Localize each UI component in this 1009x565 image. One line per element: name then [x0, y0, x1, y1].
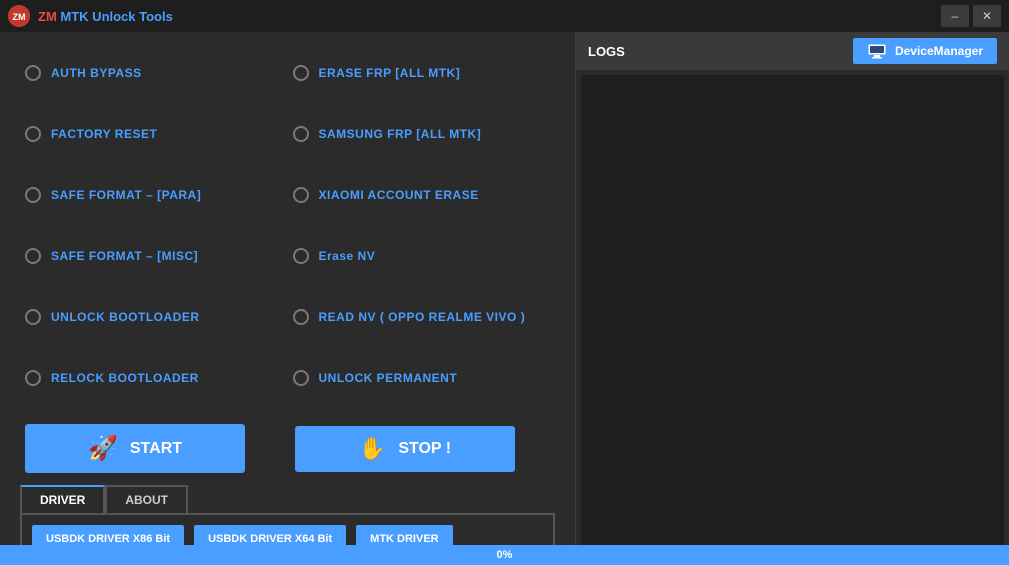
radio-erase-nv[interactable]	[293, 248, 309, 264]
radio-safe-format-misc[interactable]	[25, 248, 41, 264]
option-read-nv[interactable]: READ NV ( OPPO REALME VIVO )	[288, 287, 556, 348]
label-samsung-frp: SAMSUNG FRP [ALL MTK]	[319, 127, 482, 141]
option-safe-format-misc[interactable]: SAFE FORMAT – [MISC]	[20, 225, 288, 286]
stop-button[interactable]: ✋ STOP !	[295, 426, 515, 472]
close-button[interactable]: ✕	[973, 5, 1001, 27]
label-erase-nv: Erase NV	[319, 249, 376, 263]
logs-content	[581, 75, 1004, 560]
device-manager-button[interactable]: DeviceManager	[853, 38, 997, 64]
start-label: START	[130, 440, 182, 458]
option-samsung-frp[interactable]: SAMSUNG FRP [ALL MTK]	[288, 103, 556, 164]
computer-icon	[867, 43, 887, 59]
right-panel: LOGS DeviceManager	[575, 32, 1009, 565]
app-title: ZM MTK Unlock Tools	[38, 9, 941, 24]
option-auth-bypass[interactable]: AUTH BYPASS	[20, 42, 288, 103]
radio-erase-frp[interactable]	[293, 65, 309, 81]
radio-auth-bypass[interactable]	[25, 65, 41, 81]
radio-factory-reset[interactable]	[25, 126, 41, 142]
device-manager-label: DeviceManager	[895, 44, 983, 58]
label-erase-frp: ERASE FRP [ALL MTK]	[319, 66, 461, 80]
option-xiaomi-account[interactable]: XIAOMI ACCOUNT ERASE	[288, 164, 556, 225]
left-panel: AUTH BYPASS ERASE FRP [ALL MTK] FACTORY …	[0, 32, 575, 565]
label-xiaomi-account: XIAOMI ACCOUNT ERASE	[319, 188, 479, 202]
option-unlock-bootloader[interactable]: UNLOCK BOOTLOADER	[20, 287, 288, 348]
label-auth-bypass: AUTH BYPASS	[51, 66, 142, 80]
progress-text: 0%	[497, 549, 513, 561]
stop-label: STOP !	[398, 440, 451, 458]
option-erase-nv[interactable]: Erase NV	[288, 225, 556, 286]
option-erase-frp[interactable]: ERASE FRP [ALL MTK]	[288, 42, 556, 103]
option-unlock-permanent[interactable]: UNLOCK PERMANENT	[288, 348, 556, 409]
radio-safe-format-para[interactable]	[25, 187, 41, 203]
label-read-nv: READ NV ( OPPO REALME VIVO )	[319, 310, 526, 324]
svg-text:ZM: ZM	[13, 12, 26, 22]
tab-about[interactable]: ABOUT	[105, 485, 188, 515]
tab-driver[interactable]: DRIVER	[20, 485, 105, 515]
radio-relock-bootloader[interactable]	[25, 370, 41, 386]
option-factory-reset[interactable]: FACTORY RESET	[20, 103, 288, 164]
rocket-icon: 🚀	[88, 434, 118, 463]
hand-icon: ✋	[359, 436, 386, 462]
radio-read-nv[interactable]	[293, 309, 309, 325]
radio-xiaomi-account[interactable]	[293, 187, 309, 203]
radio-samsung-frp[interactable]	[293, 126, 309, 142]
main-container: AUTH BYPASS ERASE FRP [ALL MTK] FACTORY …	[0, 32, 1009, 565]
progress-bar: 0%	[0, 545, 1009, 565]
minimize-button[interactable]: –	[941, 5, 969, 27]
app-logo: ZM	[8, 5, 30, 27]
title-bar-controls: – ✕	[941, 5, 1001, 27]
logs-title: LOGS	[588, 44, 625, 59]
title-bar: ZM ZM MTK Unlock Tools – ✕	[0, 0, 1009, 32]
label-safe-format-para: SAFE FORMAT – [PARA]	[51, 188, 201, 202]
option-relock-bootloader[interactable]: RELOCK BOOTLOADER	[20, 348, 288, 409]
start-button[interactable]: 🚀 START	[25, 424, 245, 473]
label-unlock-permanent: UNLOCK PERMANENT	[319, 371, 458, 385]
radio-unlock-permanent[interactable]	[293, 370, 309, 386]
option-safe-format-para[interactable]: SAFE FORMAT – [PARA]	[20, 164, 288, 225]
label-safe-format-misc: SAFE FORMAT – [MISC]	[51, 249, 198, 263]
tabs-row: DRIVER ABOUT	[20, 485, 555, 515]
action-buttons: 🚀 START ✋ STOP !	[20, 409, 555, 481]
options-grid: AUTH BYPASS ERASE FRP [ALL MTK] FACTORY …	[20, 42, 555, 409]
label-unlock-bootloader: UNLOCK BOOTLOADER	[51, 310, 200, 324]
label-relock-bootloader: RELOCK BOOTLOADER	[51, 371, 199, 385]
radio-unlock-bootloader[interactable]	[25, 309, 41, 325]
label-factory-reset: FACTORY RESET	[51, 127, 157, 141]
logs-header: LOGS DeviceManager	[576, 32, 1009, 70]
